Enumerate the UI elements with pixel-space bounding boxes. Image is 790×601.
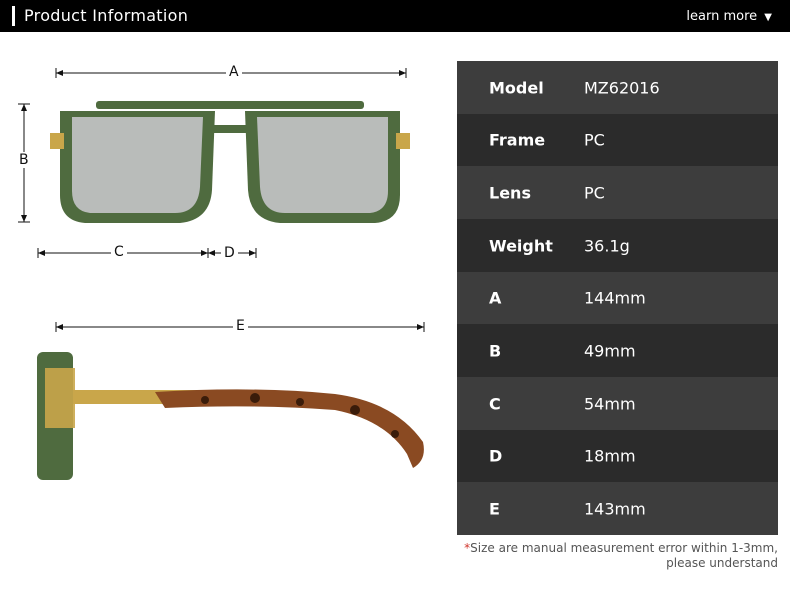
header-bar: Product Information learn more ▼ — [0, 0, 790, 32]
spec-key: Model — [489, 78, 544, 97]
spec-key: Weight — [489, 236, 553, 255]
note-line-1: *Size are manual measurement error withi… — [464, 541, 778, 556]
side-view-glasses-image — [37, 352, 424, 480]
spec-value: MZ62016 — [584, 78, 660, 97]
spec-key: Frame — [489, 130, 546, 150]
dimension-label-e: E — [233, 318, 248, 334]
note-line-2: please understand — [666, 556, 778, 570]
spec-value: 54mm — [584, 394, 636, 413]
learn-more-link[interactable]: learn more ▼ — [686, 9, 772, 24]
spec-value: 143mm — [584, 499, 646, 518]
spec-value: 49mm — [584, 341, 636, 360]
spec-value: 36.1g — [584, 236, 630, 255]
spec-key: D — [489, 446, 503, 466]
dimension-label-b: B — [16, 152, 32, 168]
dimension-label-a: A — [226, 64, 242, 80]
spec-row-e: E 143mm — [457, 482, 778, 535]
note-text-1: Size are manual measurement error within… — [470, 541, 778, 555]
spec-key: A — [489, 288, 502, 308]
spec-value: PC — [584, 183, 605, 202]
spec-row-b: B 49mm — [457, 324, 778, 377]
learn-more-label: learn more — [686, 9, 758, 24]
spec-row-d: D 18mm — [457, 430, 778, 482]
spec-row-weight: Weight 36.1g — [457, 219, 778, 272]
measurement-note: *Size are manual measurement error withi… — [464, 541, 778, 571]
dimension-label-d: D — [221, 245, 238, 261]
spec-key: Lens — [489, 183, 531, 202]
header-accent-bar — [12, 6, 15, 26]
spec-row-model: Model MZ62016 — [457, 61, 778, 114]
spec-value: 144mm — [584, 288, 646, 308]
spec-key: E — [489, 499, 500, 518]
front-view-glasses-image — [50, 101, 410, 223]
spec-table: Model MZ62016 Frame PC Lens PC Weight 36… — [457, 61, 778, 535]
spec-value: 18mm — [584, 446, 636, 466]
spec-row-lens: Lens PC — [457, 166, 778, 219]
dimension-label-c: C — [111, 244, 127, 260]
spec-key: C — [489, 394, 501, 413]
spec-row-a: A 144mm — [457, 272, 778, 324]
chevron-down-icon: ▼ — [764, 12, 772, 23]
spec-row-frame: Frame PC — [457, 114, 778, 166]
spec-value: PC — [584, 130, 605, 150]
spec-key: B — [489, 341, 502, 360]
spec-row-c: C 54mm — [457, 377, 778, 430]
page-title: Product Information — [24, 6, 189, 25]
